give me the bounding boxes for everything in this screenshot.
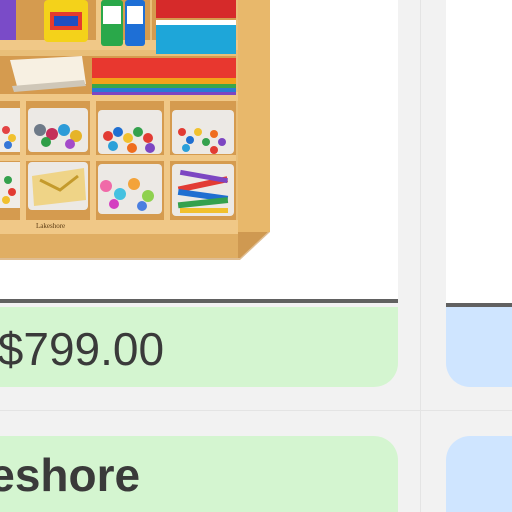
- price-value: $799.00: [0, 323, 165, 375]
- price-label: x $799.00: [0, 323, 164, 375]
- cabinet-logo: Lakeshore: [36, 222, 65, 230]
- price-badge-2: [446, 307, 512, 387]
- column-divider: [420, 0, 421, 512]
- row-divider: [0, 410, 512, 411]
- brand-name: Lakeshore: [0, 449, 141, 501]
- brand-badge-2[interactable]: [446, 436, 512, 512]
- product-grid: Lakeshore x $799.00 Lakeshore: [0, 0, 512, 512]
- storage-shelf-product-photo: Lakeshore: [0, 0, 270, 260]
- product-image-2[interactable]: [446, 0, 512, 307]
- product-image[interactable]: Lakeshore: [0, 0, 398, 303]
